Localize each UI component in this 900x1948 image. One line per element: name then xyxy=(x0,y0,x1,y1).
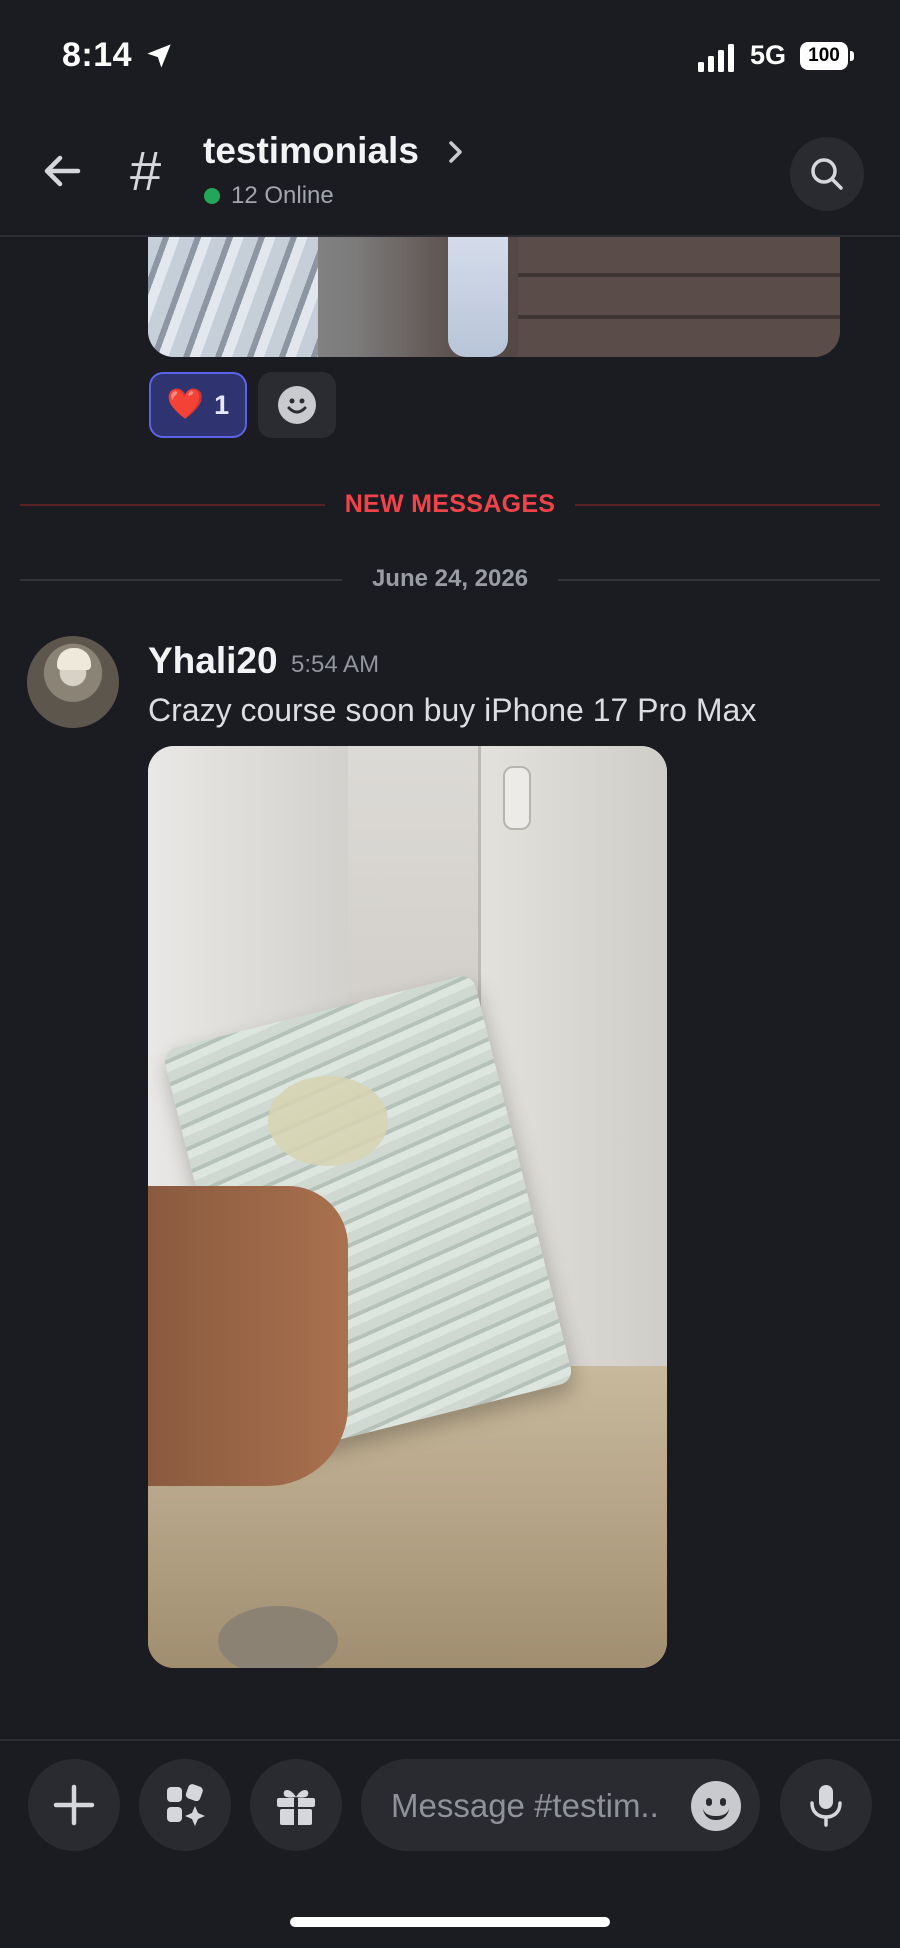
add-reaction-button[interactable] xyxy=(258,372,336,438)
date-divider: June 24, 2026 xyxy=(371,565,529,592)
reaction-heart[interactable]: ❤️ 1 xyxy=(149,372,247,438)
message-input[interactable] xyxy=(389,1759,683,1853)
channel-name[interactable]: testimonials xyxy=(203,130,419,172)
message-text: Crazy course soon buy iPhone 17 Pro Max xyxy=(148,692,757,728)
voice-message-button[interactable] xyxy=(780,1759,872,1851)
network-type: 5G xyxy=(750,40,787,70)
microphone-icon xyxy=(810,1785,842,1827)
search-button[interactable] xyxy=(790,137,864,211)
avatar[interactable] xyxy=(27,636,119,728)
date-line-left xyxy=(20,579,342,581)
home-indicator[interactable] xyxy=(290,1917,610,1927)
search-icon xyxy=(811,158,843,190)
add-attachment-button[interactable] xyxy=(28,1759,120,1851)
previous-message-image[interactable] xyxy=(148,237,840,357)
battery-level: 100 xyxy=(800,42,848,70)
online-status-dot xyxy=(204,188,220,204)
gift-icon xyxy=(277,1790,315,1825)
reaction-count: 1 xyxy=(214,389,230,420)
apps-sparkle-icon xyxy=(167,1784,205,1826)
new-messages-line-right xyxy=(575,504,880,506)
message-input-container[interactable] xyxy=(361,1759,760,1853)
plus-icon xyxy=(53,1784,95,1826)
apps-button[interactable] xyxy=(139,1759,231,1851)
cellular-signal-icon xyxy=(698,44,734,72)
gift-button[interactable] xyxy=(250,1759,342,1851)
date-line-right xyxy=(558,579,880,581)
battery-icon: 100 xyxy=(800,42,854,70)
new-messages-label: NEW MESSAGES xyxy=(344,490,556,518)
message-image[interactable] xyxy=(148,746,667,1668)
chevron-right-icon[interactable] xyxy=(446,138,466,166)
location-arrow-icon xyxy=(147,44,171,68)
smiley-icon xyxy=(278,386,316,424)
emoji-picker-icon[interactable] xyxy=(691,1781,741,1831)
heart-emoji: ❤️ xyxy=(166,388,205,421)
back-arrow-icon[interactable] xyxy=(38,146,88,196)
composer-divider xyxy=(0,1739,900,1741)
status-time: 8:14 xyxy=(62,36,133,74)
online-count: 12 Online xyxy=(231,182,334,209)
channel-hash-icon: # xyxy=(130,139,162,202)
message-timestamp: 5:54 AM xyxy=(291,651,380,678)
new-messages-line-left xyxy=(20,504,325,506)
message-author[interactable]: Yhali20 xyxy=(148,640,278,682)
